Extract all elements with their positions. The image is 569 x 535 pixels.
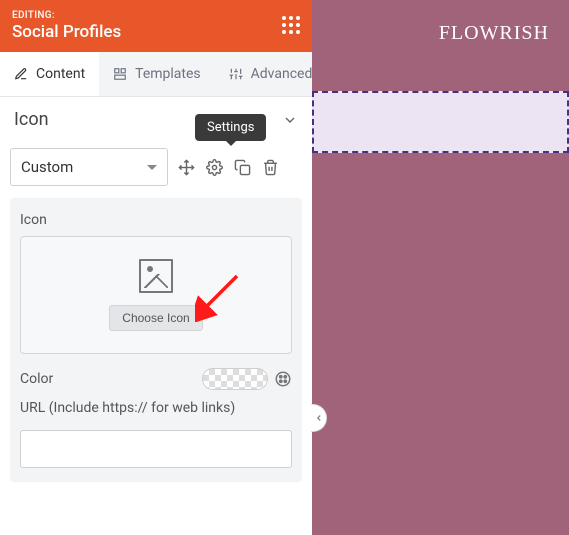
chevron-down-icon (282, 112, 298, 128)
color-controls (202, 368, 292, 390)
move-button[interactable] (174, 155, 198, 179)
section-title: Icon (14, 109, 49, 130)
panel-header: EDITING: Social Profiles (0, 0, 312, 52)
icon-type-row: Settings Custom (0, 136, 312, 190)
element-tools (174, 155, 282, 179)
trash-icon (262, 159, 279, 176)
url-input[interactable] (20, 430, 292, 468)
tab-advanced[interactable]: Advanced (215, 52, 327, 96)
select-value: Custom (21, 158, 73, 176)
icon-type-select[interactable]: Custom (10, 148, 168, 186)
gear-icon (206, 159, 223, 176)
color-swatch[interactable] (202, 368, 268, 390)
editing-title: Social Profiles (12, 22, 300, 42)
drag-handle-icon[interactable] (282, 16, 300, 34)
brand-logo: FLOWRISH (439, 22, 549, 45)
tab-content[interactable]: Content (0, 52, 99, 96)
preview-canvas: FLOWRISH (312, 0, 569, 535)
tab-label: Content (36, 66, 85, 82)
copy-icon (234, 159, 251, 176)
delete-button[interactable] (258, 155, 282, 179)
selected-element[interactable] (312, 91, 569, 153)
editor-panel: EDITING: Social Profiles Content Templat… (0, 0, 312, 535)
tab-bar: Content Templates Advanced (0, 52, 312, 97)
icon-picker[interactable]: Choose Icon (20, 236, 292, 354)
icon-card: Icon Choose Icon Color URL (Include http… (10, 198, 302, 482)
image-placeholder-icon (139, 259, 173, 293)
chevron-left-icon (314, 413, 324, 423)
duplicate-button[interactable] (230, 155, 254, 179)
icon-field-label: Icon (20, 212, 292, 228)
settings-tooltip: Settings (195, 114, 266, 141)
choose-icon-button[interactable]: Choose Icon (109, 305, 202, 331)
settings-button[interactable] (202, 155, 226, 179)
move-icon (178, 159, 195, 176)
editing-label: EDITING: (12, 10, 300, 21)
color-row: Color (20, 368, 292, 390)
color-label: Color (20, 371, 53, 387)
url-label: URL (Include https:// for web links) (20, 400, 292, 416)
sliders-icon (229, 67, 243, 81)
tab-label: Templates (135, 66, 201, 82)
color-picker-icon[interactable] (274, 370, 292, 388)
tab-templates[interactable]: Templates (99, 52, 215, 96)
tab-label: Advanced (251, 66, 313, 82)
caret-down-icon (147, 165, 157, 170)
pencil-icon (14, 67, 28, 81)
template-icon (113, 67, 127, 81)
